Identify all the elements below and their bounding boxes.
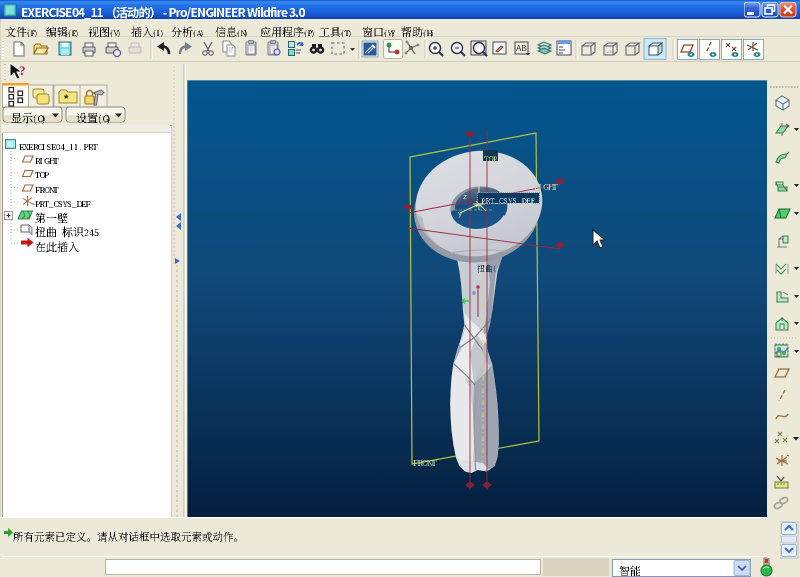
svg-text:y: y [458, 211, 462, 219]
svg-text:*: * [64, 93, 69, 105]
svg-text:?: ? [19, 63, 26, 78]
svg-text:AB: AB [516, 44, 527, 53]
svg-text:z: z [463, 194, 467, 202]
